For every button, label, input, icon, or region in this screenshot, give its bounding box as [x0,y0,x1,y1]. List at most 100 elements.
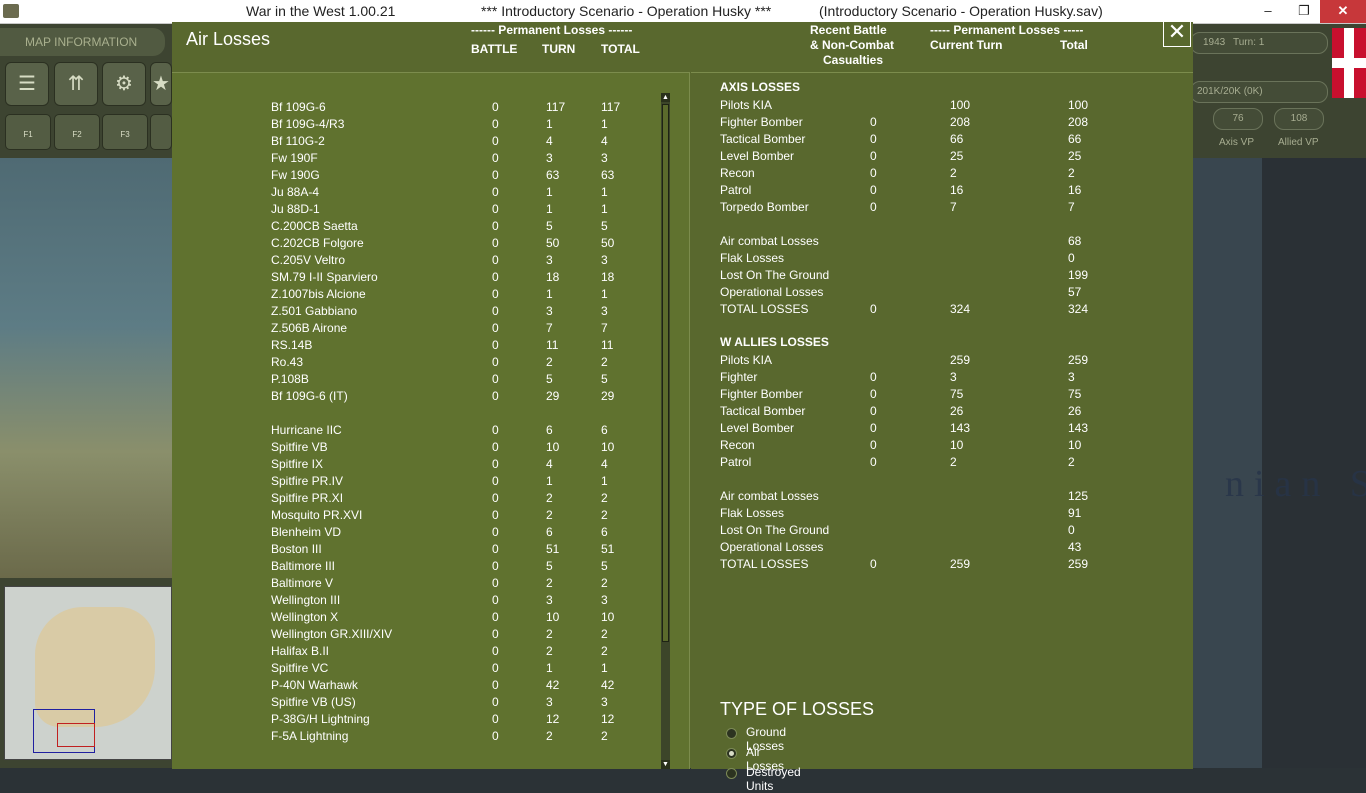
list-item[interactable]: Wellington III 0 3 3 [172,593,652,610]
aircraft-name: Spitfire IX [271,457,324,471]
list-item[interactable]: Spitfire VB (US) 0 3 3 [172,695,652,712]
radio-button-icon[interactable] [726,728,737,739]
list-item[interactable]: Blenheim VD 0 6 6 [172,525,652,542]
radio-button-icon[interactable] [726,768,737,779]
aircraft-name: Z.501 Gabbiano [271,304,358,318]
battle-value: 0 [492,474,499,488]
list-item[interactable]: Boston III 0 51 51 [172,542,652,559]
total-value: 10 [601,610,615,624]
turn-value: 6 [546,423,553,437]
table-row: Lost On The Ground 199 [691,268,1171,285]
aircraft-loss-list[interactable]: Bf 109G-6 0 117 117 Bf 109G-4/R3 0 1 1 Bf 110G-2… [172,73,662,748]
list-item[interactable]: Z.506B Airone 0 7 7 [172,321,652,338]
list-item[interactable]: Halifax B.II 0 2 2 [172,644,652,661]
total-value: 3 [601,593,608,607]
radio-button-icon[interactable] [726,748,737,759]
turn-value: 5 [546,559,553,573]
window-close-icon[interactable]: ✕ [1320,0,1366,23]
map-view-left[interactable] [0,158,172,578]
total-value: 16 [1068,183,1082,197]
aircraft-name: F-5A Lightning [271,729,349,743]
list-item[interactable]: P-40N Warhawk 0 42 42 [172,678,652,695]
list-item[interactable]: Ju 88D-1 0 1 1 [172,202,652,219]
table-row: Torpedo Bomber 0 7 7 [691,200,1171,217]
loss-label: Patrol [720,455,752,469]
list-item[interactable]: F-5A Lightning 0 2 2 [172,729,652,746]
mini-map[interactable] [4,586,172,760]
list-item[interactable]: Spitfire VB 0 10 10 [172,440,652,457]
aircraft-name: SM.79 I-II Sparviero [271,270,378,284]
table-row: Tactical Bomber 0 66 66 [691,132,1171,149]
minimize-icon[interactable]: – [1250,0,1286,23]
total-value: 1 [601,287,608,301]
total-value: 143 [1068,421,1089,435]
list-item[interactable]: Bf 110G-2 0 4 4 [172,134,652,151]
total-value: 2 [601,355,608,369]
current-turn-value: 143 [950,421,971,435]
unit-list-icon[interactable]: ☰ [5,62,49,106]
list-item[interactable]: C.202CB Folgore 0 50 50 [172,236,652,253]
loss-label: Recon [720,438,755,452]
aircraft-name: Baltimore V [271,576,334,590]
list-item[interactable]: Fw 190F 0 3 3 [172,151,652,168]
list-item[interactable]: C.205V Veltro 0 3 3 [172,253,652,270]
air-mode-icon[interactable] [150,114,172,150]
list-item[interactable]: SM.79 I-II Sparviero 0 18 18 [172,270,652,287]
table-row: Patrol 0 16 16 [691,183,1171,200]
list-item[interactable]: Hurricane IIC 0 6 6 [172,423,652,440]
list-item[interactable]: Spitfire PR.XI 0 2 2 [172,491,652,508]
header-total-right: Total [1060,38,1088,52]
maximize-icon[interactable]: ❐ [1286,0,1322,23]
ground-mode-icon[interactable]: F1 [5,114,51,150]
list-item[interactable]: P.108B 0 5 5 [172,372,652,389]
header-turn: TURN [542,42,576,56]
list-item[interactable]: Spitfire VC 0 1 1 [172,661,652,678]
total-value: 259 [1068,557,1089,571]
list-item[interactable]: Bf 109G-6 (IT) 0 29 29 [172,389,652,406]
battle-value: 0 [492,270,499,284]
list-item[interactable]: Spitfire IX 0 4 4 [172,457,652,474]
turn-value: 10 [546,610,560,624]
turn-value: 18 [546,270,560,284]
aircraft-name: RS.14B [271,338,313,352]
list-item[interactable]: Baltimore III 0 5 5 [172,559,652,576]
total-value: 2 [601,508,608,522]
scroll-thumb[interactable] [662,104,669,642]
header-permanent-losses: ------ Permanent Losses ------ [471,23,633,37]
aircraft-name: Baltimore III [271,559,336,573]
naval-mode-icon[interactable]: F3 [102,114,148,150]
loss-label: Tactical Bomber [720,132,806,146]
list-item[interactable]: Ro.43 0 2 2 [172,355,652,372]
list-item[interactable]: Bf 109G-4/R3 0 1 1 [172,117,652,134]
total-value: 11 [601,338,614,352]
rail-mode-icon[interactable]: F2 [54,114,100,150]
list-item[interactable]: C.200CB Saetta 0 5 5 [172,219,652,236]
list-item[interactable]: Z.501 Gabbiano 0 3 3 [172,304,652,321]
list-item[interactable]: Ju 88A-4 0 1 1 [172,185,652,202]
map-information-tab[interactable]: MAP INFORMATION [0,28,165,56]
turn-value: 4 [546,457,553,471]
list-item[interactable]: Baltimore V 0 2 2 [172,576,652,593]
list-item[interactable]: Fw 190G 0 63 63 [172,168,652,185]
loss-label: Air combat Losses [720,489,819,503]
dialog-close-button[interactable]: ✕ [1163,19,1191,47]
loss-label: Pilots KIA [720,98,773,112]
list-item[interactable]: Z.1007bis Alcione 0 1 1 [172,287,652,304]
aircraft-name: Spitfire VB (US) [271,695,356,709]
gear-icon[interactable]: ⚙ [102,62,146,106]
scroll-up-icon[interactable]: ▲ [661,93,670,102]
battle-value: 0 [492,372,499,386]
total-value: 3 [1068,370,1075,384]
list-item[interactable]: Spitfire PR.IV 0 1 1 [172,474,652,491]
list-scrollbar[interactable]: ▲ ▼ [661,93,670,769]
list-item[interactable]: RS.14B 0 11 11 [172,338,652,355]
army-icon[interactable]: ⇈ [54,62,98,106]
list-item[interactable]: Wellington GR.XIII/XIV 0 2 2 [172,627,652,644]
list-item[interactable]: Bf 109G-6 0 117 117 [172,100,652,117]
axis-losses-heading: AXIS LOSSES [720,80,801,94]
star-icon[interactable]: ★ [150,62,172,106]
list-item[interactable]: P-38G/H Lightning 0 12 12 [172,712,652,729]
list-item[interactable]: Mosquito PR.XVI 0 2 2 [172,508,652,525]
list-item[interactable]: Wellington X 0 10 10 [172,610,652,627]
current-turn-value: 208 [950,115,971,129]
